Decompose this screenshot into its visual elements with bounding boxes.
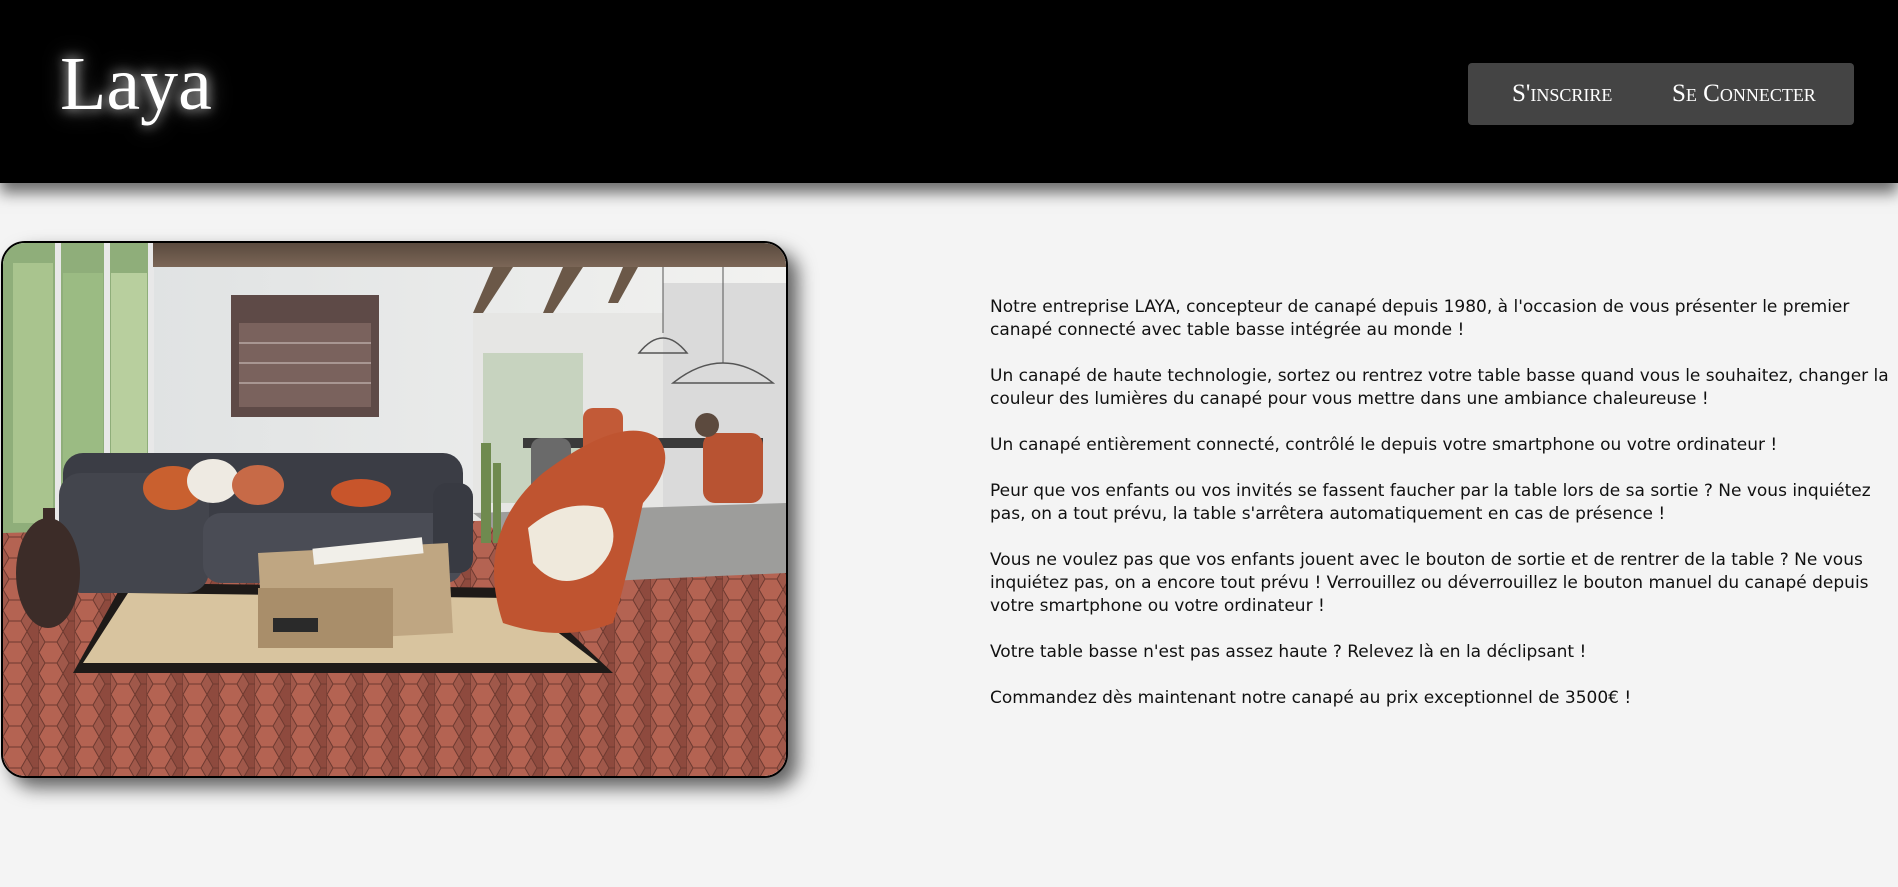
site-header: Laya S'inscrire Se Connecter [0, 0, 1898, 183]
paragraph-price: Commandez dès maintenant notre canapé au… [990, 688, 1632, 708]
paragraph-lock: Vous ne voulez pas que vos enfants jouen… [990, 550, 1869, 616]
signup-button[interactable]: S'inscrire [1512, 78, 1612, 110]
login-button[interactable]: Se Connecter [1672, 78, 1816, 110]
paragraph-safety: Peur que vos enfants ou vos invités se f… [990, 481, 1871, 524]
paragraph-height: Votre table basse n'est pas assez haute … [990, 642, 1587, 662]
paragraph-intro: Notre entreprise LAYA, concepteur de can… [990, 297, 1850, 340]
paragraph-technology: Un canapé de haute technologie, sortez o… [990, 366, 1889, 409]
site-logo[interactable]: Laya [60, 38, 212, 130]
auth-nav: S'inscrire Se Connecter [1468, 63, 1854, 125]
hero-image [1, 241, 788, 778]
paragraph-connected: Un canapé entièrement connecté, contrôlé… [990, 435, 1778, 455]
product-description: Notre entreprise LAYA, concepteur de can… [990, 296, 1895, 733]
